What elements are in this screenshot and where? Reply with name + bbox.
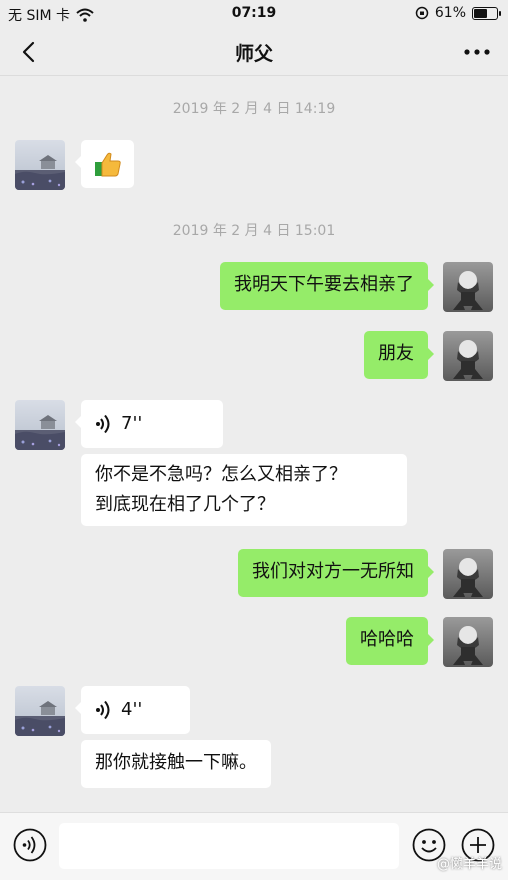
timestamp: 2019 年 2 月 4 日 15:01	[172, 223, 336, 239]
message-bubble-text[interactable]: 你不是不急吗？怎么又相亲了？ 到底现在相了几个了？	[81, 454, 407, 526]
my-avatar[interactable]	[443, 331, 493, 381]
message-bubble-emoji[interactable]	[75, 140, 134, 188]
landscape-avatar-image	[15, 686, 65, 736]
timestamp: 2019 年 2 月 4 日 14:19	[172, 101, 336, 117]
portrait-avatar-image	[443, 262, 493, 312]
voice-wave-icon	[96, 414, 110, 434]
battery-fill	[474, 8, 488, 18]
status-right: 61%	[415, 5, 501, 21]
watermark: @懒羊羊说	[436, 857, 502, 872]
more-button[interactable]	[462, 38, 492, 66]
message-bubble-text[interactable]: 我们对对方一无所知	[238, 549, 434, 597]
contact-avatar[interactable]	[15, 686, 65, 736]
battery-percent: 61%	[434, 5, 466, 21]
landscape-avatar-image	[15, 400, 65, 450]
message-bubble-text[interactable]: 哈哈哈	[346, 617, 434, 665]
landscape-avatar-image	[15, 140, 65, 190]
voice-input-button[interactable]	[13, 828, 47, 862]
voice-wave-icon	[96, 700, 110, 720]
message-bubble-text[interactable]: 我明天下午要去相亲了	[220, 262, 434, 310]
portrait-avatar-image	[443, 331, 493, 381]
input-bar: @懒羊羊说	[0, 812, 508, 880]
back-button[interactable]	[12, 36, 44, 68]
chat-title: 师父	[234, 43, 273, 65]
contact-avatar[interactable]	[15, 140, 65, 190]
voice-message-bubble[interactable]: 7''	[75, 400, 223, 448]
message-line: 你不是不急吗？怎么又相亲了？	[95, 464, 347, 485]
battery-icon	[472, 6, 501, 20]
orientation-lock-icon	[415, 6, 429, 20]
contact-avatar[interactable]	[15, 400, 65, 450]
message-bubble-text[interactable]: 那你就接触一下嘛。	[81, 740, 271, 788]
my-avatar[interactable]	[443, 549, 493, 599]
my-avatar[interactable]	[443, 617, 493, 667]
portrait-avatar-image	[443, 617, 493, 667]
more-dots-icon	[464, 49, 490, 55]
voice-duration: 7''	[121, 413, 143, 434]
message-input[interactable]	[59, 823, 399, 869]
chat-header: 师父	[0, 28, 508, 76]
message-bubble-text[interactable]: 朋友	[364, 331, 434, 379]
voice-message-bubble[interactable]: 4''	[75, 686, 190, 734]
my-avatar[interactable]	[443, 262, 493, 312]
status-bar: 无 SIM 卡 07:19 61%	[0, 0, 508, 28]
thumbs-up-icon	[95, 152, 121, 177]
message-line: 到底现在相了几个了？	[95, 494, 275, 515]
portrait-avatar-image	[443, 549, 493, 599]
voice-duration: 4''	[121, 699, 143, 720]
voice-mode-icon	[13, 828, 47, 862]
chevron-left-icon	[22, 41, 35, 63]
